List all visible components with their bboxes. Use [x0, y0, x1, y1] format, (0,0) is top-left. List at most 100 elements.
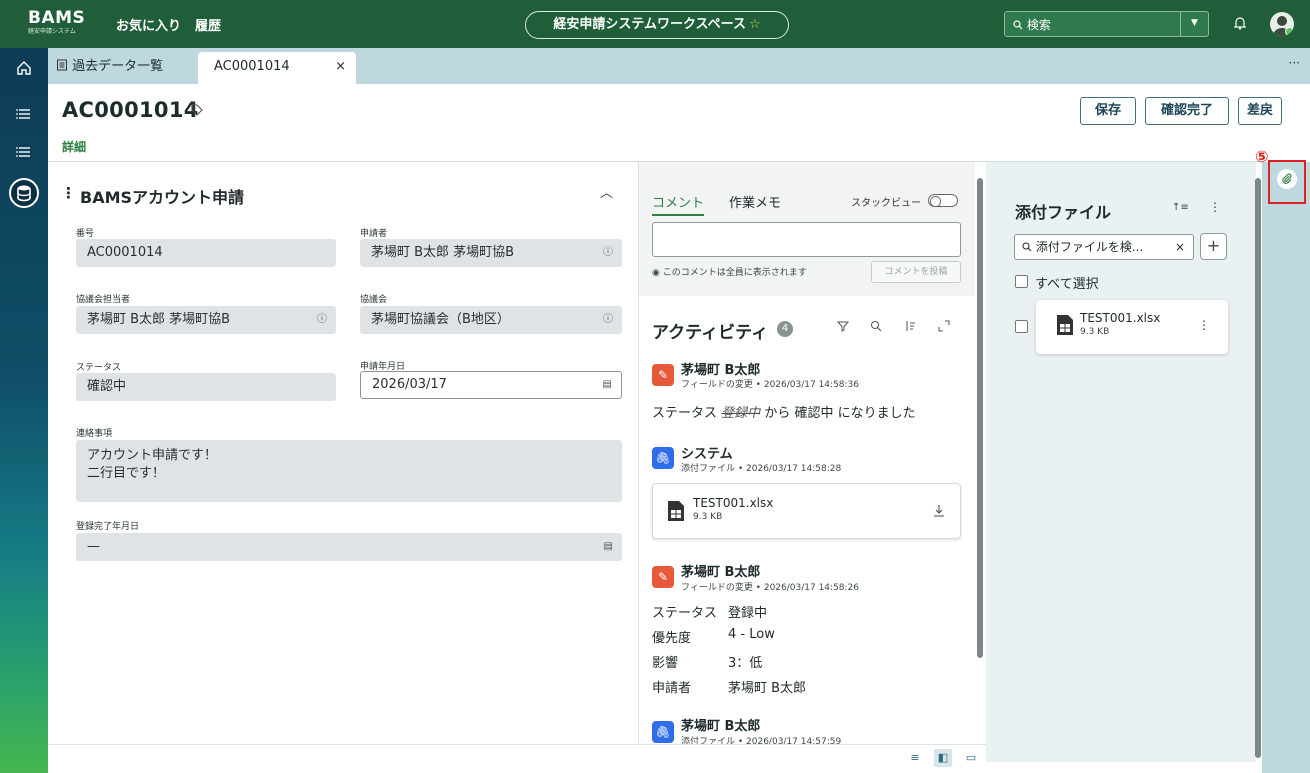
spreadsheet-icon — [668, 501, 684, 521]
search-icon — [1022, 242, 1032, 252]
comment-input[interactable] — [652, 222, 961, 257]
file-name: TEST001.xlsx — [693, 496, 774, 510]
annotation-marker: ⑤ — [1255, 147, 1269, 166]
single-view-icon[interactable]: ▭ — [962, 749, 980, 767]
activity-scrollbar[interactable] — [977, 178, 983, 658]
more-tabs-icon[interactable]: ··· — [1289, 56, 1300, 70]
global-search[interactable]: 検索 ▼ — [1004, 11, 1209, 37]
list-icon[interactable] — [14, 104, 34, 124]
save-button[interactable]: 保存 — [1080, 97, 1136, 125]
calendar-icon[interactable]: ▤ — [603, 372, 612, 398]
app-logo[interactable]: BAMS 経安申請システム — [28, 8, 85, 35]
chevron-up-icon[interactable]: ︿ — [600, 182, 613, 201]
post-comment-button[interactable]: コメントを投稿 — [871, 261, 961, 283]
section-menu-icon[interactable]: ⋮ — [61, 184, 76, 202]
info-icon[interactable]: ⓘ — [603, 239, 613, 267]
file-size: 9.3 KB — [1080, 327, 1110, 337]
notes-field: アカウント申請です！ 二行目です！ — [76, 440, 622, 502]
tab-record[interactable]: AC0001014 × — [198, 52, 356, 84]
old-status-text: 登録中 — [721, 406, 761, 421]
visibility-note-text: このコメントは全員に表示されます — [662, 268, 807, 278]
close-icon[interactable]: × — [335, 52, 346, 82]
application-date-input[interactable]: 2026/03/17 ▤ — [360, 371, 622, 399]
council-field[interactable]: 茅場町協議会（B地区） ⓘ — [360, 306, 622, 334]
left-rail — [0, 48, 48, 773]
activity-meta: 添付ファイル • 2026/03/17 14:58:28 — [681, 464, 842, 474]
notes-line: 二行目です！ — [87, 466, 166, 481]
workspace-selector[interactable]: 経安申請システムワークスペース ☆ — [525, 11, 789, 39]
attachment-search-input[interactable]: 添付ファイルを検... × — [1014, 234, 1194, 260]
tab-label: AC0001014 — [214, 59, 290, 74]
send-back-button[interactable]: 差戻 — [1238, 97, 1282, 125]
database-icon — [17, 185, 31, 202]
list-view-icon[interactable]: ≡ — [906, 749, 924, 767]
search-icon — [1013, 20, 1023, 30]
field-label: 連絡事項 — [76, 429, 113, 439]
bell-icon[interactable] — [1232, 15, 1248, 31]
attachment-scrollbar[interactable] — [1255, 178, 1261, 758]
tab-detail[interactable]: 詳細 — [62, 138, 87, 163]
user-avatar[interactable] — [1270, 12, 1294, 36]
search-field[interactable]: 検索 — [1013, 16, 1051, 33]
expand-icon[interactable] — [938, 320, 950, 332]
field-label: 登録完了年月日 — [76, 522, 140, 532]
stack-view-toggle[interactable] — [928, 194, 958, 207]
field-label: 協議会 — [360, 295, 388, 305]
logo-subtitle: 経安申請システム — [28, 28, 76, 35]
info-icon[interactable]: ⓘ — [317, 306, 327, 334]
activity-file-card[interactable]: TEST001.xlsx 9.3 KB — [652, 483, 961, 539]
more-options-icon[interactable]: ⋮ — [1198, 318, 1210, 332]
tab-comment[interactable]: コメント — [652, 192, 705, 216]
split-view-icon[interactable]: ◧ — [934, 749, 952, 767]
attachment-file-card[interactable]: TEST001.xlsx 9.3 KB ⋮ — [1036, 300, 1228, 354]
tab-history-list[interactable]: 過去データ一覧 — [48, 52, 171, 84]
sort-icon[interactable] — [904, 320, 916, 332]
attachment-title: 添付ファイル — [1015, 203, 1112, 222]
activity-author: 茅場町 B太郎 — [681, 363, 761, 378]
pencil-icon: ✎ — [652, 566, 674, 588]
nav-favorites[interactable]: お気に入り — [116, 15, 181, 34]
applicant-value: 茅場町 B太郎 茅場町協B — [371, 245, 515, 260]
tab-work-memo[interactable]: 作業メモ — [729, 192, 781, 211]
download-icon[interactable] — [933, 504, 945, 518]
filter-icon[interactable] — [837, 320, 849, 332]
activity-meta: フィールドの変更 • 2026/03/17 14:58:36 — [681, 380, 860, 390]
annotation-highlight-box — [1268, 160, 1306, 204]
confirm-complete-button[interactable]: 確認完了 — [1145, 97, 1229, 125]
menu-list-icon[interactable] — [14, 142, 34, 162]
date-value: 2026/03/17 — [372, 377, 447, 392]
paperclip-icon: 🖇 — [652, 447, 674, 469]
search-icon[interactable] — [870, 320, 882, 332]
database-button[interactable] — [9, 178, 39, 208]
change-value: 登録中 — [728, 606, 768, 621]
sort-icon[interactable]: ↑≡ — [1172, 202, 1189, 213]
add-attachment-button[interactable]: + — [1200, 233, 1227, 260]
home-icon[interactable] — [14, 58, 34, 78]
file-checkbox[interactable] — [1015, 320, 1028, 333]
activity-title: アクティビティ — [652, 323, 769, 343]
change-key: ステータス — [652, 606, 718, 621]
activity-meta: フィールドの変更 • 2026/03/17 14:58:26 — [681, 583, 860, 593]
field-label: ステータス — [76, 363, 122, 373]
applicant-field[interactable]: 茅場町 B太郎 茅場町協B ⓘ — [360, 239, 622, 267]
change-value: 4 - Low — [728, 627, 775, 642]
select-all-checkbox[interactable] — [1015, 275, 1028, 288]
activity-author: 茅場町 B太郎 — [681, 719, 761, 734]
info-icon[interactable]: ⓘ — [603, 306, 613, 334]
tag-icon[interactable] — [190, 103, 204, 117]
more-options-icon[interactable]: ⋮ — [1209, 200, 1221, 214]
status-text: ステータス — [652, 406, 718, 421]
nav-history[interactable]: 履歴 — [195, 15, 221, 34]
activity-author: 茅場町 B太郎 — [681, 565, 761, 580]
search-scope-dropdown[interactable]: ▼ — [1180, 12, 1208, 36]
star-icon[interactable]: ☆ — [749, 17, 761, 32]
list-doc-icon — [57, 59, 67, 71]
activity-text: ステータス 登録中 から 確認中 になりました — [652, 402, 916, 421]
council-staff-field[interactable]: 茅場町 B太郎 茅場町協B ⓘ — [76, 306, 336, 334]
council-staff-value: 茅場町 B太郎 茅場町協B — [87, 312, 231, 327]
activity-author: システム — [681, 447, 733, 462]
select-all-label: すべて選択 — [1035, 277, 1099, 292]
field-label: 申請者 — [360, 229, 388, 239]
clear-icon[interactable]: × — [1175, 235, 1185, 259]
workspace-label: 経安申請システムワークスペース — [553, 17, 746, 32]
